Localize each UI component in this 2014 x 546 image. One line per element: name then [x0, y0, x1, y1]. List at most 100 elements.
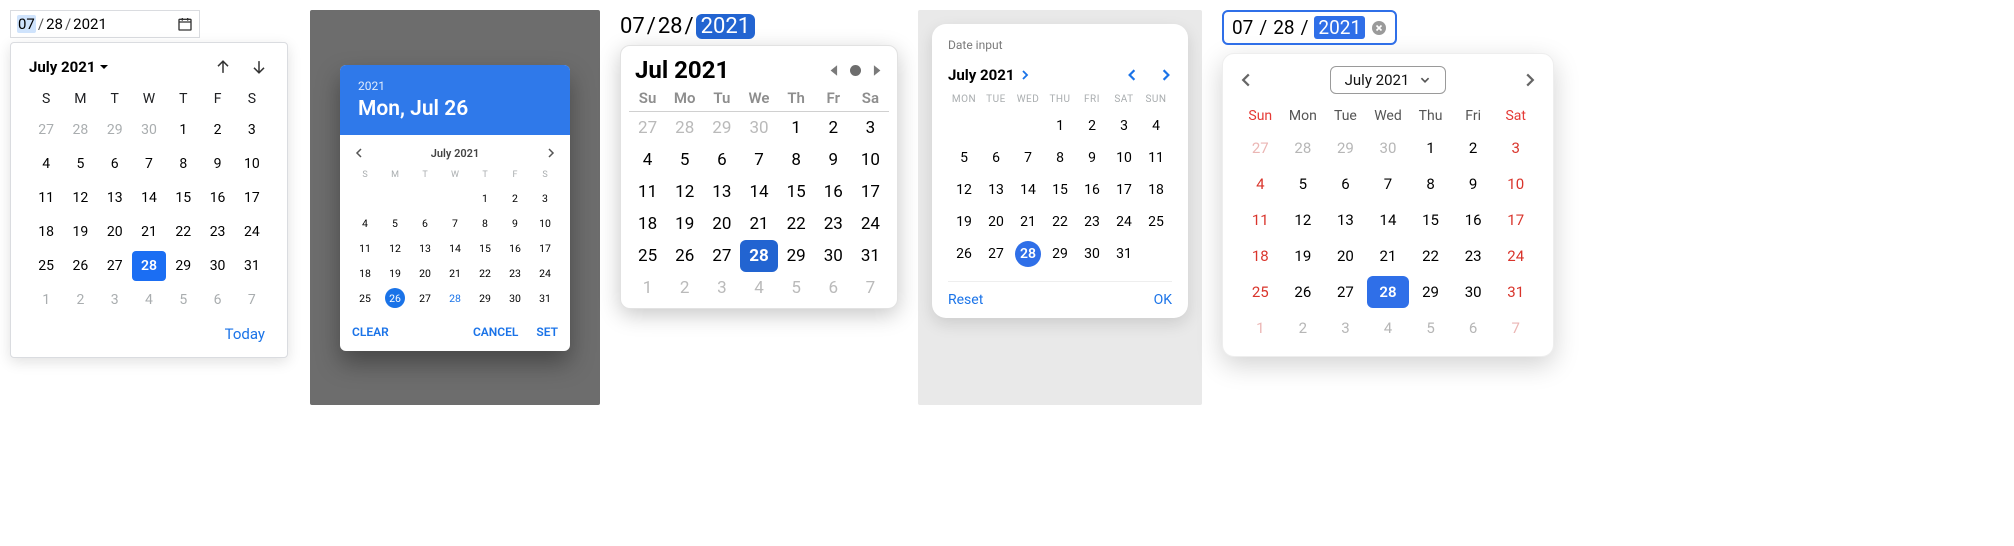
day-cell[interactable]: 14 — [740, 176, 777, 208]
day-cell[interactable]: 22 — [1044, 209, 1076, 235]
day-cell[interactable]: 1 — [778, 112, 815, 144]
day-cell[interactable]: 14 — [1367, 204, 1410, 236]
day-cell[interactable]: 16 — [200, 183, 234, 213]
day-cell[interactable]: 18 — [350, 263, 380, 284]
day-cell[interactable]: 20 — [98, 217, 132, 247]
day-cell[interactable]: 6 — [200, 285, 234, 315]
day-cell[interactable]: 12 — [1282, 204, 1325, 236]
day-cell[interactable]: 23 — [815, 208, 852, 240]
day-cell[interactable]: 10 — [235, 149, 269, 179]
day-cell[interactable]: 15 — [1409, 204, 1452, 236]
day-cell[interactable]: 10 — [530, 213, 560, 234]
day-cell[interactable]: 21 — [1012, 209, 1044, 235]
day-cell[interactable]: 20 — [703, 208, 740, 240]
day-cell[interactable]: 31 — [530, 288, 560, 309]
day-cell[interactable]: 24 — [530, 263, 560, 284]
day-cell[interactable]: 14 — [440, 238, 470, 259]
day-cell[interactable]: 24 — [1494, 240, 1537, 272]
day-cell[interactable]: 6 — [703, 144, 740, 176]
day-cell[interactable]: 25 — [29, 251, 63, 281]
day-cell[interactable]: 27 — [1239, 132, 1282, 164]
next-month-button[interactable] — [1523, 73, 1537, 87]
day-cell[interactable]: 12 — [666, 176, 703, 208]
day-cell[interactable]: 30 — [500, 288, 530, 309]
date-input-year[interactable]: 2021 — [696, 14, 755, 39]
day-cell[interactable]: 15 — [778, 176, 815, 208]
day-cell[interactable]: 20 — [410, 263, 440, 284]
day-cell[interactable]: 23 — [500, 263, 530, 284]
day-cell[interactable]: 3 — [852, 112, 889, 144]
next-month-button[interactable] — [249, 57, 269, 77]
day-cell[interactable]: 14 — [1012, 177, 1044, 203]
day-cell[interactable]: 2 — [63, 285, 97, 315]
date-input[interactable]: 07 / 28 / 2021 — [620, 10, 898, 43]
day-cell[interactable]: 17 — [852, 176, 889, 208]
day-cell[interactable]: 28 — [740, 240, 777, 272]
day-cell[interactable]: 29 — [470, 288, 500, 309]
day-cell[interactable]: 25 — [1140, 209, 1172, 235]
day-cell[interactable]: 8 — [1409, 168, 1452, 200]
day-cell[interactable]: 26 — [63, 251, 97, 281]
day-cell[interactable]: 22 — [1409, 240, 1452, 272]
day-cell[interactable]: 25 — [1239, 276, 1282, 308]
clear-input-icon[interactable] — [1371, 20, 1387, 36]
day-cell[interactable]: 29 — [1044, 241, 1076, 267]
day-cell[interactable]: 1 — [629, 272, 666, 304]
day-cell[interactable]: 6 — [1324, 168, 1367, 200]
day-cell[interactable]: 20 — [980, 209, 1012, 235]
day-cell[interactable]: 13 — [1324, 204, 1367, 236]
year-button[interactable]: 2021 — [358, 79, 552, 93]
next-month-button[interactable] — [870, 64, 883, 77]
calendar-icon[interactable] — [177, 16, 193, 32]
day-cell[interactable]: 6 — [1452, 312, 1495, 344]
day-cell[interactable]: 8 — [778, 144, 815, 176]
day-cell[interactable]: 9 — [500, 213, 530, 234]
day-cell[interactable]: 3 — [1494, 132, 1537, 164]
day-cell[interactable]: 31 — [235, 251, 269, 281]
day-cell[interactable]: 30 — [200, 251, 234, 281]
day-cell[interactable]: 3 — [1108, 113, 1140, 139]
day-cell[interactable]: 5 — [1409, 312, 1452, 344]
day-cell[interactable]: 26 — [1282, 276, 1325, 308]
day-cell[interactable]: 6 — [980, 145, 1012, 171]
day-cell[interactable]: 5 — [778, 272, 815, 304]
date-input-month[interactable]: 07 — [1232, 16, 1253, 39]
day-cell[interactable]: 3 — [703, 272, 740, 304]
day-cell[interactable]: 1 — [1044, 113, 1076, 139]
day-cell[interactable]: 28 — [1282, 132, 1325, 164]
day-cell[interactable]: 31 — [852, 240, 889, 272]
day-cell[interactable]: 2 — [1282, 312, 1325, 344]
day-cell[interactable]: 27 — [98, 251, 132, 281]
day-cell[interactable]: 2 — [666, 272, 703, 304]
day-cell[interactable]: 1 — [29, 285, 63, 315]
day-cell[interactable]: 7 — [852, 272, 889, 304]
ok-button[interactable]: OK — [1154, 292, 1172, 308]
day-cell[interactable]: 29 — [1409, 276, 1452, 308]
day-cell[interactable]: 28 — [666, 112, 703, 144]
day-cell[interactable]: 25 — [629, 240, 666, 272]
month-year-button[interactable] — [1020, 70, 1030, 80]
clear-button[interactable]: CLEAR — [352, 325, 389, 339]
prev-month-button[interactable] — [1126, 69, 1138, 81]
day-cell[interactable]: 22 — [166, 217, 200, 247]
day-cell[interactable]: 11 — [1140, 145, 1172, 171]
date-input-day[interactable]: 28 — [46, 15, 63, 33]
day-cell[interactable]: 25 — [350, 288, 380, 309]
day-cell[interactable]: 6 — [98, 149, 132, 179]
day-cell[interactable]: 3 — [1324, 312, 1367, 344]
date-input[interactable]: 07 / 28 / 2021 — [10, 10, 200, 38]
day-cell[interactable]: 24 — [1108, 209, 1140, 235]
day-cell[interactable]: 24 — [852, 208, 889, 240]
day-cell[interactable]: 6 — [815, 272, 852, 304]
day-cell[interactable]: 18 — [629, 208, 666, 240]
day-cell[interactable]: 4 — [740, 272, 777, 304]
day-cell[interactable]: 15 — [1044, 177, 1076, 203]
day-cell[interactable]: 13 — [410, 238, 440, 259]
day-cell[interactable]: 4 — [1367, 312, 1410, 344]
day-cell[interactable]: 5 — [63, 149, 97, 179]
day-cell[interactable]: 23 — [1452, 240, 1495, 272]
day-cell[interactable]: 13 — [980, 177, 1012, 203]
day-cell[interactable]: 9 — [1076, 145, 1108, 171]
day-cell[interactable]: 12 — [948, 177, 980, 203]
today-button[interactable] — [850, 65, 861, 76]
